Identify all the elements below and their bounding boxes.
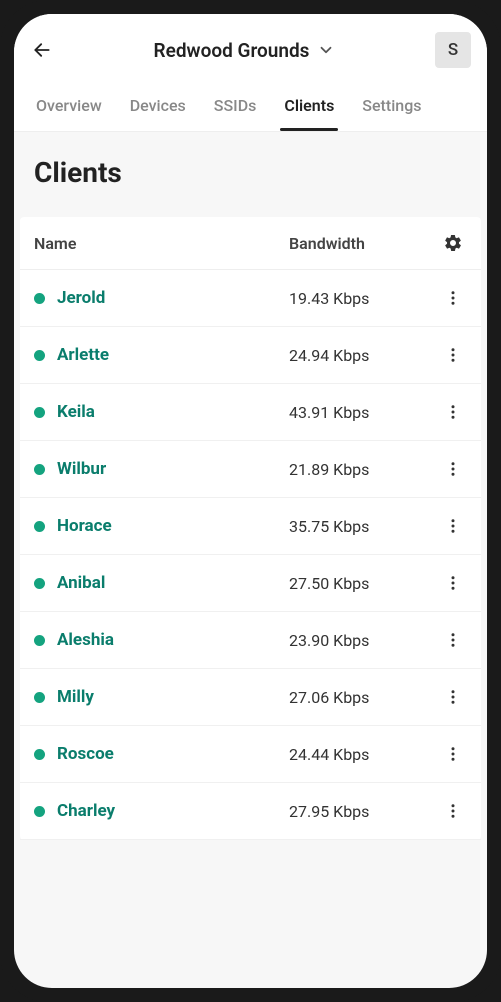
bandwidth-value: 24.44 Kbps bbox=[289, 745, 439, 764]
more-vertical-icon bbox=[444, 631, 462, 649]
more-vertical-icon bbox=[444, 688, 462, 706]
client-name-link[interactable]: Horace bbox=[57, 516, 289, 536]
bandwidth-value: 21.89 Kbps bbox=[289, 460, 439, 479]
status-dot bbox=[34, 464, 45, 475]
status-dot bbox=[34, 692, 45, 703]
table-row: Roscoe 24.44 Kbps bbox=[20, 726, 481, 783]
row-actions-button[interactable] bbox=[439, 517, 467, 535]
table-row: Anibal 27.50 Kbps bbox=[20, 555, 481, 612]
site-selector[interactable]: Redwood Grounds bbox=[54, 39, 435, 62]
row-actions-button[interactable] bbox=[439, 574, 467, 592]
client-name-link[interactable]: Jerold bbox=[57, 288, 289, 308]
bandwidth-value: 27.50 Kbps bbox=[289, 574, 439, 593]
more-vertical-icon bbox=[444, 289, 462, 307]
bandwidth-value: 27.95 Kbps bbox=[289, 802, 439, 821]
row-actions-button[interactable] bbox=[439, 802, 467, 820]
col-header-name[interactable]: Name bbox=[34, 234, 289, 253]
row-actions-button[interactable] bbox=[439, 631, 467, 649]
client-name-link[interactable]: Keila bbox=[57, 402, 289, 422]
gear-icon bbox=[443, 233, 463, 253]
row-actions-button[interactable] bbox=[439, 745, 467, 763]
client-name-link[interactable]: Anibal bbox=[57, 573, 289, 593]
row-actions-button[interactable] bbox=[439, 403, 467, 421]
more-vertical-icon bbox=[444, 574, 462, 592]
more-vertical-icon bbox=[444, 802, 462, 820]
table-row: Aleshia 23.90 Kbps bbox=[20, 612, 481, 669]
bandwidth-value: 23.90 Kbps bbox=[289, 631, 439, 650]
tab-devices[interactable]: Devices bbox=[116, 82, 200, 131]
arrow-left-icon bbox=[32, 40, 52, 60]
tab-clients[interactable]: Clients bbox=[270, 82, 348, 131]
status-dot bbox=[34, 293, 45, 304]
status-dot bbox=[34, 749, 45, 760]
bandwidth-value: 35.75 Kbps bbox=[289, 517, 439, 536]
site-name: Redwood Grounds bbox=[154, 39, 310, 62]
more-vertical-icon bbox=[444, 403, 462, 421]
bandwidth-value: 24.94 Kbps bbox=[289, 346, 439, 365]
table-header-row: Name Bandwidth bbox=[20, 217, 481, 270]
back-button[interactable] bbox=[30, 38, 54, 62]
avatar[interactable]: S bbox=[435, 32, 471, 68]
chevron-down-icon bbox=[317, 41, 335, 59]
status-dot bbox=[34, 578, 45, 589]
client-name-link[interactable]: Milly bbox=[57, 687, 289, 707]
more-vertical-icon bbox=[444, 346, 462, 364]
tab-ssids[interactable]: SSIDs bbox=[200, 82, 271, 131]
table-row: Milly 27.06 Kbps bbox=[20, 669, 481, 726]
row-actions-button[interactable] bbox=[439, 688, 467, 706]
table-row: Horace 35.75 Kbps bbox=[20, 498, 481, 555]
table-row: Wilbur 21.89 Kbps bbox=[20, 441, 481, 498]
client-name-link[interactable]: Aleshia bbox=[57, 630, 289, 650]
client-name-link[interactable]: Roscoe bbox=[57, 744, 289, 764]
clients-table: Name Bandwidth Jerold 19.43 Kbps bbox=[20, 217, 481, 840]
more-vertical-icon bbox=[444, 517, 462, 535]
row-actions-button[interactable] bbox=[439, 460, 467, 478]
app-header: Redwood Grounds S bbox=[14, 14, 487, 82]
tab-settings[interactable]: Settings bbox=[348, 82, 435, 131]
client-name-link[interactable]: Arlette bbox=[57, 345, 289, 365]
table-row: Jerold 19.43 Kbps bbox=[20, 270, 481, 327]
bandwidth-value: 19.43 Kbps bbox=[289, 289, 439, 308]
bandwidth-value: 43.91 Kbps bbox=[289, 403, 439, 422]
status-dot bbox=[34, 350, 45, 361]
row-actions-button[interactable] bbox=[439, 346, 467, 364]
status-dot bbox=[34, 521, 45, 532]
table-settings-button[interactable] bbox=[439, 233, 467, 253]
bandwidth-value: 27.06 Kbps bbox=[289, 688, 439, 707]
table-row: Arlette 24.94 Kbps bbox=[20, 327, 481, 384]
more-vertical-icon bbox=[444, 460, 462, 478]
status-dot bbox=[34, 806, 45, 817]
status-dot bbox=[34, 635, 45, 646]
row-actions-button[interactable] bbox=[439, 289, 467, 307]
avatar-initial: S bbox=[448, 40, 458, 60]
table-row: Keila 43.91 Kbps bbox=[20, 384, 481, 441]
tab-overview[interactable]: Overview bbox=[22, 82, 116, 131]
client-name-link[interactable]: Wilbur bbox=[57, 459, 289, 479]
more-vertical-icon bbox=[444, 745, 462, 763]
col-header-bandwidth[interactable]: Bandwidth bbox=[289, 234, 439, 253]
table-row: Charley 27.95 Kbps bbox=[20, 783, 481, 840]
content-area: Clients Name Bandwidth Jerold 19. bbox=[14, 132, 487, 840]
tab-bar: Overview Devices SSIDs Clients Settings bbox=[14, 82, 487, 132]
page-title: Clients bbox=[14, 156, 487, 217]
status-dot bbox=[34, 407, 45, 418]
client-name-link[interactable]: Charley bbox=[57, 801, 289, 821]
